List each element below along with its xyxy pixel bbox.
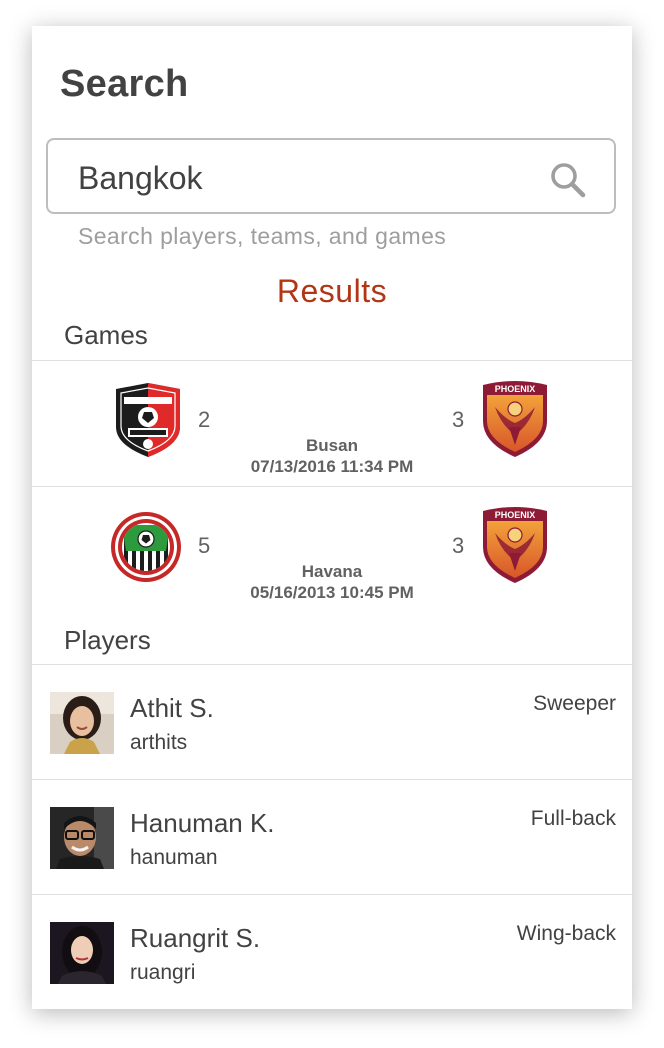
- avatar: [50, 922, 114, 984]
- player-position: Wing-back: [516, 922, 616, 945]
- search-icon[interactable]: [548, 160, 588, 200]
- results-title: Results: [276, 273, 388, 309]
- search-hint: Search players, teams, and games: [78, 223, 447, 249]
- player-name: Ruangrit S.: [130, 923, 261, 953]
- game-meta: Busan 07/13/2016 11:34 PM: [182, 435, 482, 477]
- svg-text:PHOENIX: PHOENIX: [495, 510, 536, 520]
- svg-text:PHOENIX: PHOENIX: [495, 384, 536, 394]
- avatar: [50, 807, 114, 869]
- game-datetime: 07/13/2016 11:34 PM: [250, 457, 414, 476]
- search-input[interactable]: Bangkok: [46, 138, 616, 214]
- away-score: 3: [452, 407, 465, 432]
- player-position: Sweeper: [533, 692, 616, 715]
- away-score: 3: [452, 533, 465, 558]
- fleury-crest-icon: [116, 383, 180, 457]
- game-row[interactable]: 5 Havana 05/16/2013 10:45 PM 3 PHOENIX: [32, 487, 632, 613]
- player-handle: ruangri: [130, 961, 196, 984]
- green-striped-club-crest-icon: [111, 512, 181, 582]
- game-location: Havana: [301, 562, 363, 581]
- player-handle: arthits: [130, 731, 188, 754]
- page-title: Search: [60, 63, 189, 105]
- home-score: 5: [198, 533, 211, 558]
- game-row[interactable]: 2 Busan 07/13/2016 11:34 PM 3 PHOENIX: [32, 361, 632, 487]
- players-section-title: Players: [64, 625, 151, 655]
- game-location: Busan: [306, 436, 358, 455]
- search-card: Search Bangkok Search players, teams, an…: [32, 26, 632, 1009]
- game-datetime: 05/16/2013 10:45 PM: [250, 583, 414, 602]
- phoenix-crest-icon: PHOENIX: [483, 381, 547, 457]
- player-row[interactable]: Hanuman K. hanuman Full-back: [32, 780, 632, 895]
- player-handle: hanuman: [130, 846, 218, 869]
- player-name: Athit S.: [130, 693, 214, 723]
- player-row[interactable]: Ruangrit S. ruangri Wing-back: [32, 895, 632, 1010]
- game-meta: Havana 05/16/2013 10:45 PM: [182, 561, 482, 603]
- player-name: Hanuman K.: [130, 808, 275, 838]
- player-row[interactable]: Athit S. arthits Sweeper: [32, 665, 632, 780]
- games-section-title: Games: [64, 320, 148, 350]
- phoenix-crest-icon: PHOENIX: [483, 507, 547, 583]
- player-position: Full-back: [530, 807, 616, 830]
- home-score: 2: [198, 407, 211, 432]
- avatar: [50, 692, 114, 754]
- search-input-value[interactable]: Bangkok: [78, 160, 203, 197]
